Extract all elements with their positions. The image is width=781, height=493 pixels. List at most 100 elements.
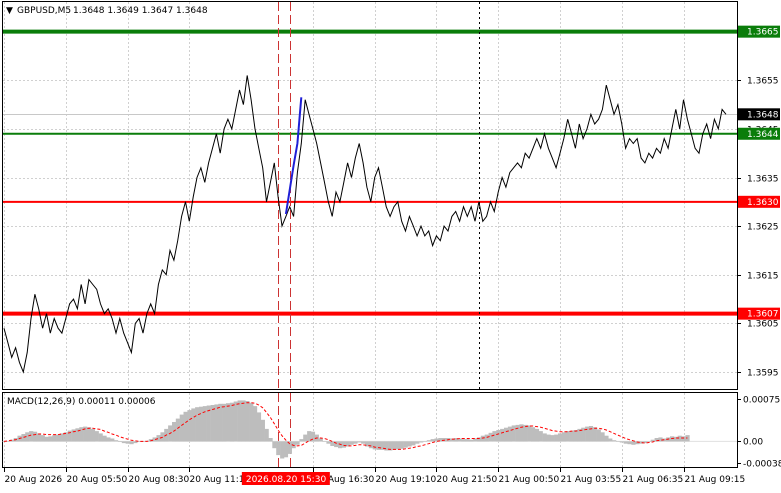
x-tick-label: 20 Aug 2026 — [5, 475, 63, 485]
macd-bar — [361, 441, 366, 444]
macd-tick-label: 0.00075 — [743, 396, 780, 406]
macd-bar — [199, 406, 204, 442]
macd-bar — [592, 427, 597, 442]
macd-bar — [90, 428, 96, 442]
macd-bar — [29, 431, 34, 442]
macd-bar — [210, 405, 215, 442]
macd-bar — [546, 434, 551, 442]
macd-bar — [403, 441, 408, 448]
macd-bar — [295, 441, 300, 445]
macd-bar — [272, 441, 277, 449]
macd-bar — [114, 440, 119, 442]
macd-bar — [36, 433, 41, 442]
macd-bar — [125, 441, 130, 444]
macd-bar — [531, 427, 536, 442]
macd-bar — [253, 406, 258, 442]
macd-bar — [461, 439, 466, 442]
macd-bar — [44, 436, 49, 442]
macd-bar — [229, 402, 235, 442]
macd-bar — [330, 441, 335, 446]
macd-bar — [175, 418, 180, 442]
macd-tick-label: -0.00038 — [743, 460, 781, 470]
macd-bar — [372, 441, 377, 450]
macd-bar — [395, 441, 401, 450]
cursor-time-label: 2026.08.20 15:30 — [246, 475, 327, 485]
macd-bar — [550, 435, 555, 442]
ohlc-values: 1.3648 1.3649 1.3647 1.3648 — [73, 6, 208, 16]
macd-bar — [264, 428, 269, 442]
macd-bar — [511, 425, 516, 442]
macd-bar — [280, 441, 285, 459]
macd-bar — [241, 400, 246, 442]
symbol-label: GBPUSD,M5 — [17, 6, 71, 16]
macd-bar — [102, 435, 107, 442]
dropdown-arrow-icon[interactable]: ▼ — [6, 6, 13, 16]
trading-chart[interactable]: 1.36551.36451.36351.36251.36151.36051.35… — [0, 0, 781, 489]
macd-bar — [542, 433, 547, 442]
macd-bar — [496, 430, 501, 442]
macd-bar — [681, 436, 686, 442]
y-tick-label: 1.3595 — [747, 369, 779, 379]
macd-bar — [411, 441, 416, 446]
macd-bar — [608, 438, 613, 442]
macd-bar — [619, 441, 624, 443]
macd-bar — [341, 441, 346, 448]
macd-bar — [569, 430, 574, 442]
macd-bar — [500, 428, 505, 442]
macd-bar — [191, 408, 196, 442]
macd-bar — [98, 433, 103, 442]
macd-bar — [48, 436, 53, 442]
macd-bar — [573, 430, 578, 442]
macd-bar — [407, 441, 412, 447]
macd-bar — [187, 410, 192, 442]
macd-bar — [504, 427, 509, 442]
y-tick-label: 1.3625 — [747, 223, 779, 233]
macd-bar — [515, 424, 520, 442]
macd-bar — [565, 431, 570, 442]
macd-tick-label: 0.00 — [743, 438, 763, 448]
macd-bar — [268, 438, 273, 442]
macd-bar — [558, 433, 563, 442]
macd-bar — [260, 419, 265, 442]
macd-bar — [326, 441, 331, 444]
level-price-label: 1.3630 — [747, 198, 779, 208]
macd-bar — [523, 424, 528, 442]
level-price-label: 1.3644 — [747, 130, 779, 140]
macd-bar — [87, 427, 92, 442]
macd-bar — [214, 404, 219, 442]
macd-bar — [465, 439, 470, 442]
macd-bar — [392, 441, 397, 450]
macd-bar — [673, 436, 679, 442]
macd-bar — [237, 400, 242, 442]
level-price-label: 1.3607 — [747, 310, 779, 320]
macd-bar — [283, 441, 289, 458]
macd-bar — [21, 434, 26, 442]
macd-bar — [299, 439, 304, 442]
macd-bar — [133, 441, 138, 444]
macd-bar — [596, 429, 601, 442]
macd-bar — [245, 401, 250, 442]
macd-bar — [222, 403, 227, 442]
macd-bar — [507, 426, 513, 442]
macd-bar — [322, 441, 327, 442]
macd-bar — [554, 434, 559, 442]
macd-bar — [527, 425, 532, 442]
chart-svg[interactable]: 1.36551.36451.36351.36251.36151.36051.35… — [0, 0, 781, 489]
x-tick-label: 20 Aug 11:10 — [190, 475, 251, 485]
macd-bar — [179, 414, 184, 442]
macd-bar — [430, 439, 435, 442]
macd-bar — [195, 407, 200, 442]
macd-bar — [368, 441, 374, 449]
macd-bar — [117, 441, 123, 442]
macd-bar — [627, 441, 632, 445]
macd-bar — [303, 434, 308, 442]
macd-bar — [480, 435, 485, 442]
x-tick-label: 21 Aug 00:50 — [499, 475, 560, 485]
macd-bar — [129, 441, 134, 445]
macd-bar — [249, 402, 254, 442]
macd-bar — [604, 435, 609, 442]
macd-bar — [110, 438, 115, 442]
macd-bar — [422, 441, 428, 442]
level-price-label: 1.3665 — [747, 28, 779, 38]
x-tick-label: 20 Aug 19:10 — [376, 475, 437, 485]
